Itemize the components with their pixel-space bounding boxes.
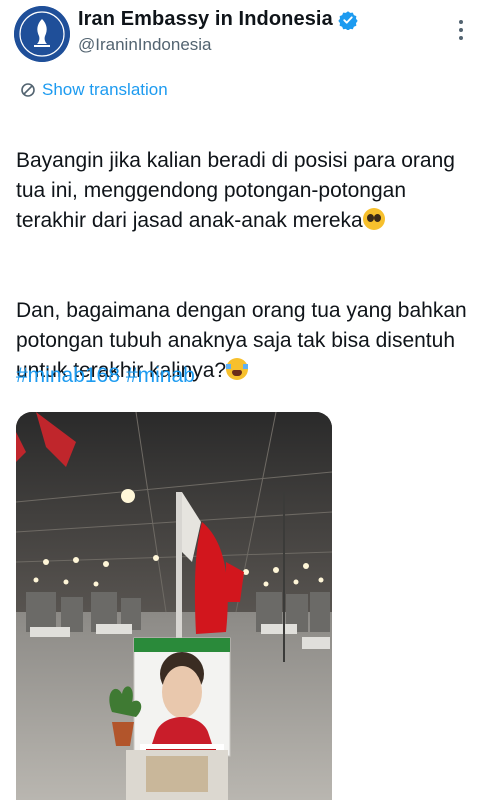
hashtags: #minab168 #minab — [16, 364, 201, 388]
tweet-paragraph-1: Bayangin jika kalian beradi di posisi pa… — [16, 146, 471, 236]
tweet-media-photo[interactable] — [16, 412, 332, 800]
handle[interactable]: @IraninIndonesia — [78, 35, 212, 55]
show-translation-link[interactable]: Show translation — [20, 80, 168, 100]
paragraph-1-text: Bayangin jika kalian beradi di posisi pa… — [16, 149, 455, 232]
show-translation-label: Show translation — [42, 80, 168, 99]
pleading-face-icon — [362, 208, 385, 230]
embassy-emblem-icon — [14, 6, 70, 62]
hashtag-link[interactable]: #minab168 — [16, 364, 120, 387]
verified-badge-icon — [338, 10, 358, 30]
hashtag-link[interactable]: #minab — [126, 364, 195, 387]
tweet-text: Bayangin jika kalian beradi di posisi pa… — [16, 116, 471, 446]
tweet-header: Iran Embassy in Indonesia @IraninIndones… — [14, 6, 474, 66]
avatar[interactable] — [14, 6, 70, 62]
crying-face-icon — [226, 358, 249, 380]
memorial-photo — [16, 412, 332, 800]
display-name[interactable]: Iran Embassy in Indonesia — [78, 8, 333, 31]
more-options-icon[interactable] — [458, 20, 464, 42]
translate-icon — [21, 83, 35, 97]
